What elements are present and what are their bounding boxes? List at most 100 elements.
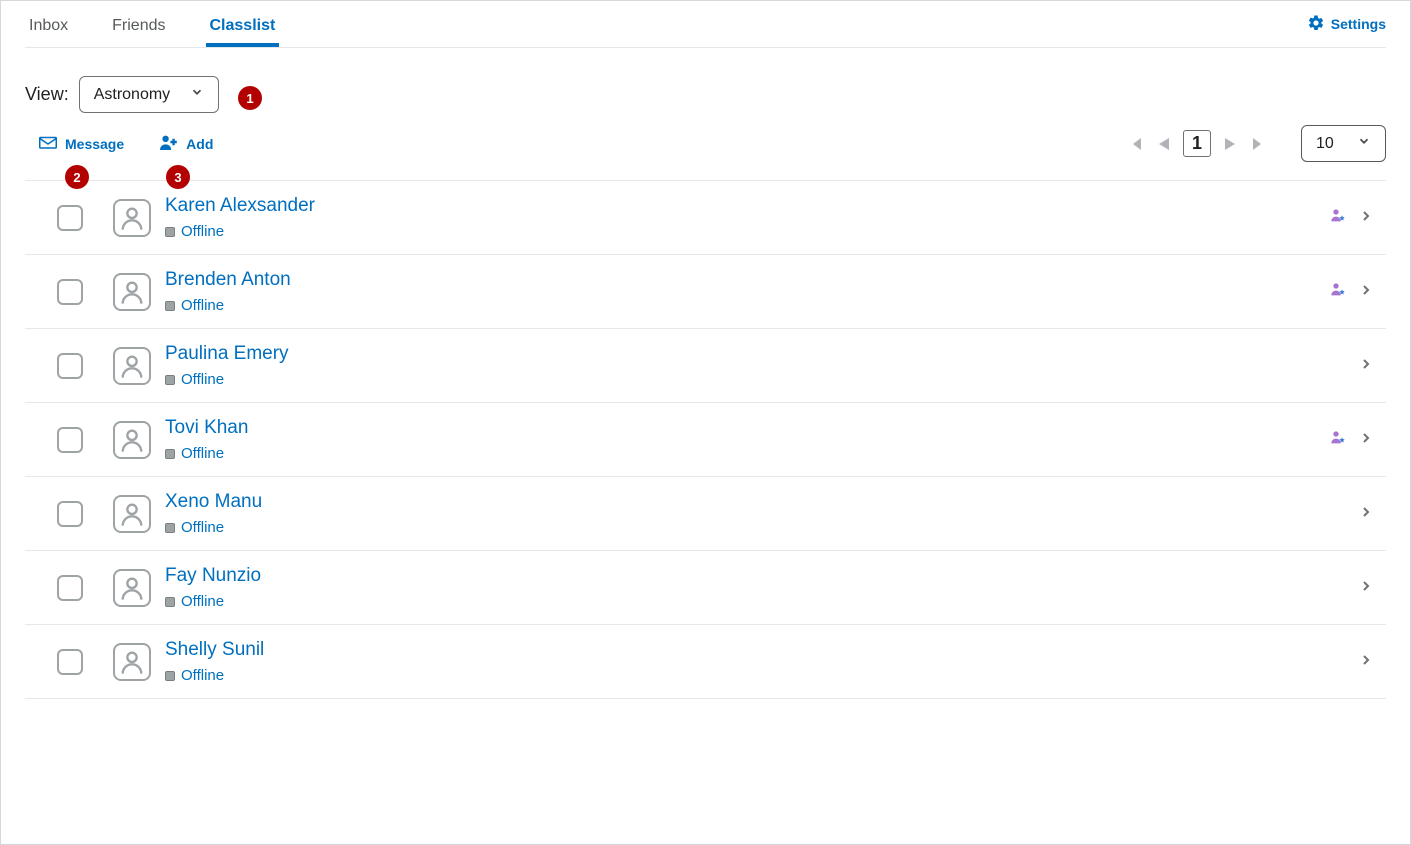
row-actions <box>1354 648 1378 675</box>
row-actions <box>1354 574 1378 601</box>
pagination: 1 10 <box>1123 125 1386 162</box>
avatar <box>113 643 151 681</box>
page-size-value: 10 <box>1316 135 1334 153</box>
annotation-badge: 1 <box>238 86 262 110</box>
tab-inbox[interactable]: Inbox <box>25 9 72 47</box>
status-line: Offline <box>165 223 1330 240</box>
person-name-link[interactable]: Karen Alexsander <box>165 195 1330 217</box>
person-name-link[interactable]: Paulina Emery <box>165 343 1354 365</box>
add-label: Add <box>186 136 213 152</box>
status-text: Offline <box>181 223 224 240</box>
row-checkbox[interactable] <box>57 501 83 527</box>
view-label: View: <box>25 84 69 105</box>
first-page-button[interactable] <box>1123 133 1147 155</box>
status-line: Offline <box>165 667 1354 684</box>
list-item: Karen Alexsander Offline <box>25 180 1386 255</box>
avatar <box>113 273 151 311</box>
status-text: Offline <box>181 371 224 388</box>
status-text: Offline <box>181 667 224 684</box>
avatar <box>113 569 151 607</box>
status-text: Offline <box>181 445 224 462</box>
avatar <box>113 495 151 533</box>
status-line: Offline <box>165 371 1354 388</box>
page-size-select[interactable]: 10 <box>1301 125 1386 162</box>
gear-icon <box>1307 14 1325 35</box>
envelope-icon <box>39 135 57 152</box>
status-dot-icon <box>165 449 175 459</box>
actions-row: Message Add 1 10 <box>25 125 1386 162</box>
friend-star-icon[interactable] <box>1330 208 1346 227</box>
status-dot-icon <box>165 227 175 237</box>
status-text: Offline <box>181 297 224 314</box>
person-info: Fay Nunzio Offline <box>165 565 1354 610</box>
chevron-down-icon <box>190 85 204 104</box>
user-list: Karen Alexsander Offline Brenden Anton Offl… <box>25 180 1386 699</box>
person-name-link[interactable]: Brenden Anton <box>165 269 1330 291</box>
row-checkbox[interactable] <box>57 205 83 231</box>
chevron-right-icon[interactable] <box>1354 204 1378 231</box>
chevron-right-icon[interactable] <box>1354 278 1378 305</box>
status-line: Offline <box>165 445 1330 462</box>
row-checkbox[interactable] <box>57 279 83 305</box>
add-button[interactable]: Add <box>150 130 221 157</box>
tab-row: Inbox Friends Classlist Settings <box>25 1 1386 48</box>
row-actions <box>1354 352 1378 379</box>
avatar <box>113 199 151 237</box>
person-info: Tovi Khan Offline <box>165 417 1330 462</box>
list-item: Fay Nunzio Offline <box>25 551 1386 625</box>
row-checkbox[interactable] <box>57 575 83 601</box>
person-name-link[interactable]: Fay Nunzio <box>165 565 1354 587</box>
row-actions <box>1330 204 1378 231</box>
next-page-button[interactable] <box>1221 133 1241 155</box>
person-name-link[interactable]: Tovi Khan <box>165 417 1330 439</box>
status-text: Offline <box>181 519 224 536</box>
status-dot-icon <box>165 523 175 533</box>
avatar <box>113 421 151 459</box>
chevron-right-icon[interactable] <box>1354 352 1378 379</box>
status-line: Offline <box>165 297 1330 314</box>
status-dot-icon <box>165 375 175 385</box>
prev-page-button[interactable] <box>1153 133 1173 155</box>
person-name-link[interactable]: Xeno Manu <box>165 491 1354 513</box>
status-text: Offline <box>181 593 224 610</box>
view-select[interactable]: Astronomy <box>79 76 219 113</box>
friend-star-icon[interactable] <box>1330 430 1346 449</box>
tabs: Inbox Friends Classlist <box>25 1 279 47</box>
row-checkbox[interactable] <box>57 649 83 675</box>
list-item: Xeno Manu Offline <box>25 477 1386 551</box>
tab-classlist[interactable]: Classlist <box>206 9 280 47</box>
person-info: Brenden Anton Offline <box>165 269 1330 314</box>
chevron-right-icon[interactable] <box>1354 574 1378 601</box>
tab-friends[interactable]: Friends <box>108 9 169 47</box>
view-row: View: Astronomy <box>25 76 1386 113</box>
settings-button[interactable]: Settings <box>1307 6 1386 43</box>
status-dot-icon <box>165 597 175 607</box>
person-info: Xeno Manu Offline <box>165 491 1354 536</box>
person-info: Paulina Emery Offline <box>165 343 1354 388</box>
user-plus-icon <box>158 134 178 153</box>
person-name-link[interactable]: Shelly Sunil <box>165 639 1354 661</box>
status-dot-icon <box>165 301 175 311</box>
chevron-right-icon[interactable] <box>1354 648 1378 675</box>
status-dot-icon <box>165 671 175 681</box>
status-line: Offline <box>165 593 1354 610</box>
row-actions <box>1330 426 1378 453</box>
annotation-badge: 3 <box>166 165 190 189</box>
friend-star-icon[interactable] <box>1330 282 1346 301</box>
last-page-button[interactable] <box>1247 133 1271 155</box>
message-button[interactable]: Message <box>31 131 132 156</box>
avatar <box>113 347 151 385</box>
status-line: Offline <box>165 519 1354 536</box>
current-page-input[interactable]: 1 <box>1183 130 1211 157</box>
row-checkbox[interactable] <box>57 353 83 379</box>
row-checkbox[interactable] <box>57 427 83 453</box>
person-info: Karen Alexsander Offline <box>165 195 1330 240</box>
chevron-down-icon <box>1357 134 1371 153</box>
row-actions <box>1330 278 1378 305</box>
annotation-badge: 2 <box>65 165 89 189</box>
list-item: Tovi Khan Offline <box>25 403 1386 477</box>
list-item: Shelly Sunil Offline <box>25 625 1386 699</box>
chevron-right-icon[interactable] <box>1354 426 1378 453</box>
chevron-right-icon[interactable] <box>1354 500 1378 527</box>
view-selected-value: Astronomy <box>94 86 170 104</box>
